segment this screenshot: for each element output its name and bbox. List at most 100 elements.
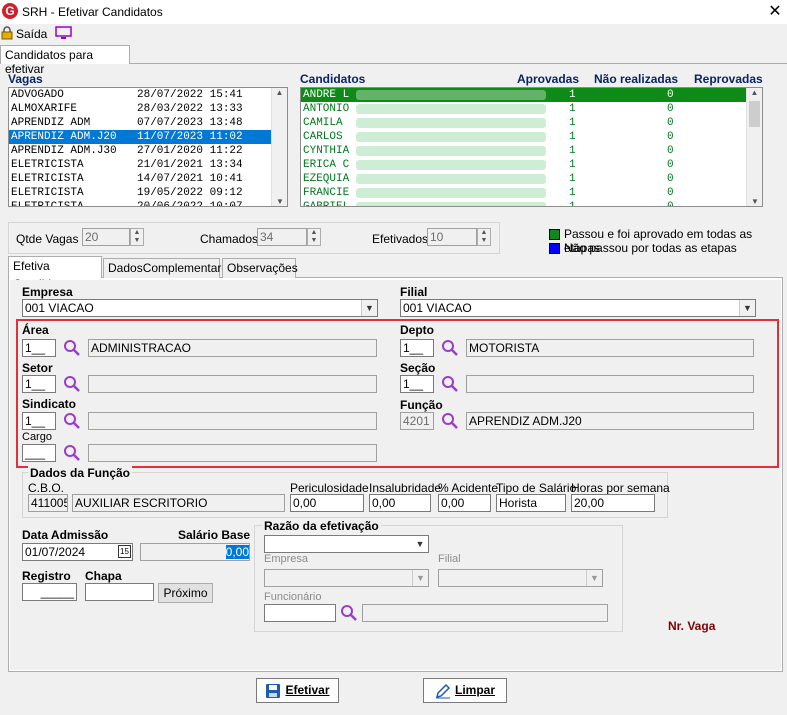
horas-field[interactable]: 20,00 <box>571 494 655 512</box>
efetivados-spinner[interactable]: ▲ ▼ <box>477 228 491 246</box>
chapa-field[interactable] <box>85 583 154 601</box>
periculosidade-field[interactable]: 0,00 <box>290 494 364 512</box>
candidato-row[interactable]: CYNTHIA 1 0 <box>301 144 746 158</box>
registro-label: Registro <box>22 569 71 583</box>
filial-dropdown-icon[interactable]: ▼ <box>739 300 755 316</box>
cbo-desc-field: AUXILIAR ESCRITORIO <box>72 494 285 512</box>
area-search-icon[interactable] <box>63 339 81 357</box>
tab-efetiva-candidato[interactable]: Efetiva Candidato <box>8 256 102 291</box>
tipo-salario-field[interactable]: Horista <box>496 494 566 512</box>
redacted-name-blur <box>356 132 546 142</box>
empresa-dropdown-icon[interactable]: ▼ <box>361 300 377 316</box>
setor-code-field[interactable]: 1__ <box>22 375 56 393</box>
razao-dropdown-icon[interactable]: ▼ <box>412 536 428 552</box>
candidato-name: EZEQUIA <box>303 173 350 185</box>
qtde-vagas-label: Qtde Vagas <box>16 232 79 246</box>
insalubridade-field[interactable]: 0,00 <box>369 494 431 512</box>
limpar-label: Limpar <box>454 683 495 697</box>
depto-label: Depto <box>400 323 434 337</box>
filial-value: 001 VIACAO <box>403 301 472 315</box>
candidato-aprovadas: 1 <box>569 145 576 157</box>
vaga-row[interactable]: APRENDIZ ADM.J20 11/07/2023 11:02 <box>9 130 287 144</box>
setor-desc-field <box>88 375 377 393</box>
chamados-label: Chamados <box>200 232 259 246</box>
candidatos-scrollbar[interactable]: ▲ ▼ <box>746 88 762 206</box>
legend-green-swatch <box>549 229 560 240</box>
secao-search-icon[interactable] <box>441 375 459 393</box>
vaga-row[interactable]: ADVOGADO 28/07/2022 15:41 <box>9 88 287 102</box>
filial-select[interactable]: 001 VIACAO <box>400 299 756 317</box>
registro-field[interactable]: _____ <box>22 583 77 601</box>
calendar-icon[interactable]: 15 <box>118 545 131 558</box>
funcionario-code-field[interactable] <box>264 604 336 622</box>
sindicato-code-field[interactable]: 1__ <box>22 412 56 430</box>
candidato-row[interactable]: EZEQUIA 1 0 <box>301 172 746 186</box>
razao-empresa-dropdown-icon: ▼ <box>412 570 428 586</box>
sindicato-search-icon[interactable] <box>63 412 81 430</box>
setor-search-icon[interactable] <box>63 375 81 393</box>
vaga-date: 20/06/2022 10:07 <box>137 201 243 207</box>
candidato-row[interactable]: FRANCIE 1 0 <box>301 186 746 200</box>
cargo-desc-field <box>88 444 377 462</box>
candidato-name: GABRIEL <box>303 201 350 207</box>
vaga-row[interactable]: ELETRICISTA 19/05/2022 09:12 <box>9 186 287 200</box>
funcao-search-icon[interactable] <box>441 412 459 430</box>
proximo-button[interactable]: Próximo <box>158 583 213 603</box>
candidato-row[interactable]: ERICA C 1 0 <box>301 158 746 172</box>
qtde-vagas-spinner[interactable]: ▲ ▼ <box>130 228 144 246</box>
cargo-code-field[interactable]: ___ <box>22 444 56 462</box>
vaga-date: 07/07/2023 13:48 <box>137 117 243 129</box>
cargo-search-icon[interactable] <box>63 444 81 462</box>
funcao-code-field[interactable]: 4201 <box>400 412 434 430</box>
lock-icon[interactable] <box>0 26 14 40</box>
limpar-button[interactable]: Limpar <box>423 678 507 703</box>
vaga-row[interactable]: APRENDIZ ADM 07/07/2023 13:48 <box>9 116 287 130</box>
candidato-row[interactable]: ANTONIO 1 0 <box>301 102 746 116</box>
depto-code-field[interactable]: 1__ <box>400 339 434 357</box>
tab-candidatos-para-efetivar[interactable]: Candidatos para efetivar <box>0 45 130 76</box>
efetivar-button[interactable]: Efetivar <box>256 678 339 703</box>
qtde-vagas-field[interactable]: 20 <box>82 228 130 246</box>
vaga-name: ELETRICISTA <box>11 187 84 199</box>
candidato-row[interactable]: CAMILA 1 0 <box>301 116 746 130</box>
candidato-row[interactable]: CARLOS 1 0 <box>301 130 746 144</box>
chamados-spinner[interactable]: ▲ ▼ <box>307 228 321 246</box>
razao-select[interactable] <box>264 535 429 553</box>
vagas-scrollbar[interactable]: ▲ ▼ <box>271 88 287 206</box>
funcionario-search-icon[interactable] <box>340 604 358 622</box>
acidente-field[interactable]: 0,00 <box>438 494 491 512</box>
vagas-list[interactable]: ADVOGADO 28/07/2022 15:41 ALMOXARIFE 28/03/… <box>8 87 288 207</box>
candidato-name: CARLOS <box>303 131 343 143</box>
candidatos-header: Candidatos <box>300 72 366 86</box>
vaga-row[interactable]: ELETRICISTA 21/01/2021 13:34 <box>9 158 287 172</box>
candidato-row[interactable]: GABRIEL 1 0 <box>301 200 746 207</box>
vaga-row[interactable]: ALMOXARIFE 28/03/2022 13:33 <box>9 102 287 116</box>
nao-realizadas-header: Não realizadas <box>594 72 679 86</box>
vaga-name: ELETRICISTA <box>11 173 84 185</box>
efetivados-field[interactable]: 10 <box>427 228 477 246</box>
efetivar-label: Efetivar <box>285 683 330 697</box>
area-code-field[interactable]: 1__ <box>22 339 56 357</box>
saida-button[interactable]: Saída <box>16 27 47 41</box>
candidatos-list[interactable]: ANDRE L 1 0 ANTONIO 1 0 CAMILA 1 0 CARLOS 1 0 CYNTHI… <box>300 87 763 207</box>
chamados-field[interactable]: 34 <box>257 228 307 246</box>
funcionario-desc-field <box>362 604 608 622</box>
vaga-row[interactable]: APRENDIZ ADM.J30 27/01/2020 11:22 <box>9 144 287 158</box>
vaga-row[interactable]: ELETRICISTA 14/07/2021 10:41 <box>9 172 287 186</box>
monitor-icon[interactable] <box>55 26 73 40</box>
candidato-nao-realizadas: 0 <box>667 89 674 101</box>
empresa-select[interactable]: 001 VIACAO <box>22 299 378 317</box>
tab-observacoes[interactable]: Observações <box>222 258 298 278</box>
tab-dados-complementares[interactable]: DadosComplementares <box>103 258 234 278</box>
candidato-row[interactable]: ANDRE L 1 0 <box>301 88 746 102</box>
app-logo-icon: G <box>2 3 18 19</box>
vaga-row[interactable]: ELETRICISTA 20/06/2022 10:07 <box>9 200 287 207</box>
candidato-aprovadas: 1 <box>569 187 576 199</box>
close-button[interactable]: ✕ <box>765 2 785 22</box>
secao-code-field[interactable]: 1__ <box>400 375 434 393</box>
salario-base-field[interactable]: 0,00 <box>140 543 250 561</box>
data-admissao-field[interactable]: 01/07/2024 <box>22 543 133 561</box>
depto-search-icon[interactable] <box>441 339 459 357</box>
candidato-name: ANDRE L <box>303 89 350 101</box>
razao-header: Razão da efetivação <box>262 519 381 533</box>
